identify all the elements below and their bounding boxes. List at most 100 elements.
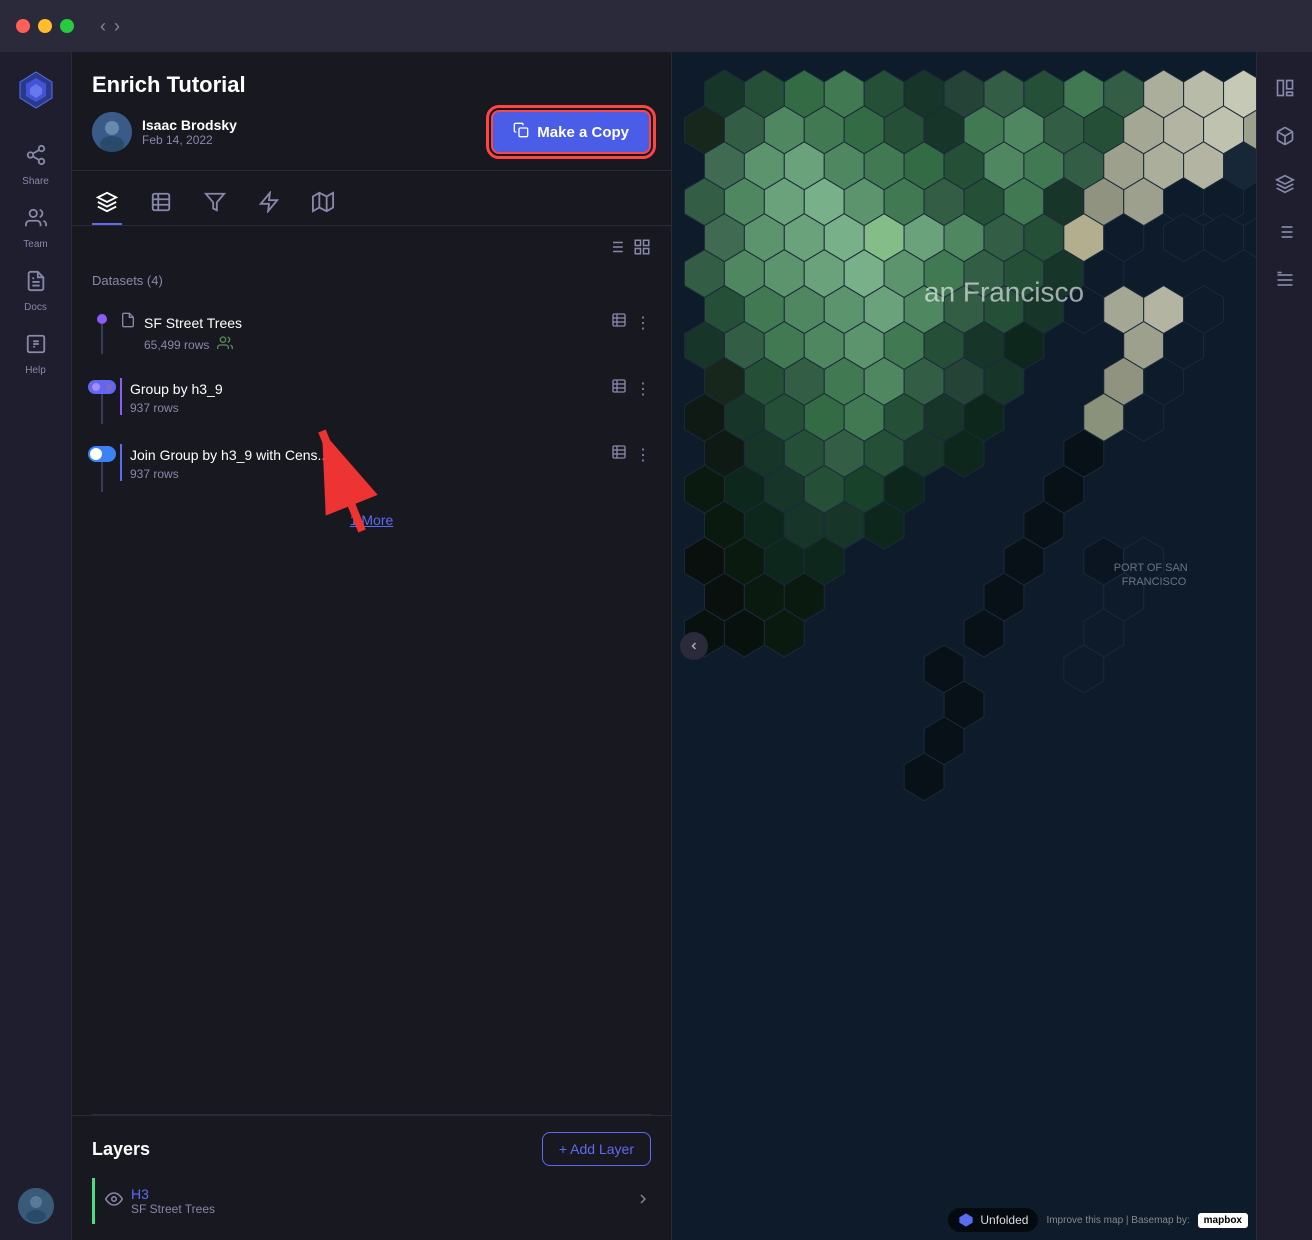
share-icon bbox=[25, 144, 47, 172]
unfolded-label: Unfolded bbox=[980, 1213, 1028, 1227]
user-name: Isaac Brodsky bbox=[142, 117, 237, 133]
connector-line-2 bbox=[101, 394, 103, 424]
dataset-table-icon-1[interactable] bbox=[611, 312, 627, 333]
connector-dot-2 bbox=[88, 380, 116, 394]
unfolded-logo: Unfolded bbox=[948, 1208, 1038, 1232]
layers-section: Layers + Add Layer H3 SF Street Trees bbox=[72, 1115, 671, 1240]
group-border: Group by h3_9 bbox=[120, 378, 651, 415]
tab-table[interactable] bbox=[146, 183, 176, 225]
dataset-more-icon-2[interactable]: ⋮ bbox=[635, 379, 651, 399]
connector-toggle-3 bbox=[88, 446, 116, 462]
collapse-panel-button[interactable] bbox=[680, 632, 708, 660]
connector-3 bbox=[92, 440, 112, 492]
dataset-table-icon-2[interactable] bbox=[611, 378, 627, 399]
nav-forward-button[interactable]: › bbox=[114, 16, 120, 37]
close-button[interactable] bbox=[16, 19, 30, 33]
sidebar-item-help[interactable]: Help bbox=[6, 325, 66, 384]
toggle-knob-3 bbox=[90, 448, 102, 460]
layer-sub: SF Street Trees bbox=[131, 1202, 215, 1216]
layers-title: Layers bbox=[92, 1139, 150, 1160]
dot-inner-left bbox=[92, 383, 100, 391]
map-area[interactable]: an Francisco PORT OF SAN FRANCISCO Unfol… bbox=[672, 52, 1256, 1240]
right-tool-effects[interactable] bbox=[1265, 164, 1305, 204]
tab-map[interactable] bbox=[308, 183, 338, 225]
make-copy-label: Make a Copy bbox=[537, 124, 629, 141]
right-tool-timeline[interactable] bbox=[1265, 260, 1305, 300]
grid-view-icon[interactable] bbox=[633, 238, 651, 261]
join-border: Join Group by h3_9 with Cens... bbox=[120, 444, 651, 481]
layer-name: H3 bbox=[131, 1186, 215, 1202]
minimize-button[interactable] bbox=[38, 19, 52, 33]
app-logo[interactable] bbox=[14, 68, 58, 112]
user-avatar bbox=[92, 112, 132, 152]
dataset-doc-icon-1 bbox=[120, 312, 136, 333]
right-tool-3d[interactable] bbox=[1265, 116, 1305, 156]
right-tool-panels[interactable] bbox=[1265, 68, 1305, 108]
dataset-content-1: SF Street Trees bbox=[120, 308, 651, 358]
svg-text:PORT OF SAN: PORT OF SAN bbox=[1114, 562, 1188, 574]
dataset-more-icon-3[interactable]: ⋮ bbox=[635, 445, 651, 465]
help-icon bbox=[25, 333, 47, 361]
sidebar-item-team[interactable]: Team bbox=[6, 199, 66, 258]
user-details: Isaac Brodsky Feb 14, 2022 bbox=[142, 117, 237, 147]
copy-icon bbox=[513, 122, 529, 142]
map-visualization: an Francisco PORT OF SAN FRANCISCO bbox=[672, 52, 1256, 1240]
traffic-lights bbox=[16, 19, 74, 33]
user-avatar-sidebar[interactable] bbox=[18, 1188, 54, 1224]
add-layer-button[interactable]: + Add Layer bbox=[542, 1132, 651, 1166]
main-layout: Share Team bbox=[0, 52, 1312, 1240]
dataset-list: SF Street Trees bbox=[92, 300, 651, 540]
datasets-header: Datasets (4) bbox=[92, 273, 651, 288]
team-shared-icon-1 bbox=[217, 335, 233, 354]
dot-inner-right bbox=[106, 384, 112, 390]
connector-2 bbox=[92, 374, 112, 424]
dataset-content-2: Group by h3_9 bbox=[120, 374, 651, 419]
more-datasets-link[interactable]: 1 More bbox=[92, 500, 651, 540]
mapbox-badge: mapbox bbox=[1198, 1213, 1248, 1228]
dataset-table-icon-3[interactable] bbox=[611, 444, 627, 465]
user-info: Isaac Brodsky Feb 14, 2022 bbox=[92, 112, 237, 152]
tab-lightning[interactable] bbox=[254, 183, 284, 225]
panel-meta: Isaac Brodsky Feb 14, 2022 Make a Copy bbox=[92, 110, 651, 154]
dataset-rows-3: 937 rows bbox=[130, 467, 179, 481]
dataset-sub-3: 937 rows bbox=[130, 467, 651, 481]
user-date: Feb 14, 2022 bbox=[142, 133, 237, 147]
sidebar-item-share[interactable]: Share bbox=[6, 136, 66, 195]
tab-layers[interactable] bbox=[92, 183, 122, 225]
right-tool-legend[interactable] bbox=[1265, 212, 1305, 252]
dataset-name-1: SF Street Trees bbox=[144, 315, 242, 331]
fullscreen-button[interactable] bbox=[60, 19, 74, 33]
dataset-sub-2: 937 rows bbox=[130, 401, 651, 415]
dataset-left-3: Join Group by h3_9 with Cens... bbox=[130, 447, 329, 463]
panel-title: Enrich Tutorial bbox=[92, 72, 651, 98]
dataset-item-sf-street-trees: SF Street Trees bbox=[92, 300, 651, 366]
map-attribution-text: Improve this map | Basemap by: bbox=[1046, 1215, 1189, 1226]
left-sidebar: Share Team bbox=[0, 52, 72, 1240]
panel-toolbar bbox=[72, 226, 671, 273]
dataset-row-2: Group by h3_9 bbox=[130, 378, 651, 399]
dataset-left-1: SF Street Trees bbox=[120, 312, 242, 333]
nav-back-button[interactable]: ‹ bbox=[100, 16, 106, 37]
panel-header: Enrich Tutorial Isaac Brodsky Feb 14, 20… bbox=[72, 52, 671, 171]
make-copy-button[interactable]: Make a Copy bbox=[491, 110, 651, 154]
layer-eye-icon[interactable] bbox=[105, 1190, 123, 1213]
datasets-section: Datasets (4) bbox=[72, 273, 671, 1114]
map-attribution: Unfolded Improve this map | Basemap by: … bbox=[948, 1208, 1248, 1232]
tabs-container bbox=[72, 171, 671, 226]
docs-label: Docs bbox=[24, 302, 47, 313]
dataset-actions-2: ⋮ bbox=[611, 378, 651, 399]
tab-filter[interactable] bbox=[200, 183, 230, 225]
titlebar: ‹ › bbox=[0, 0, 1312, 52]
list-view-icon[interactable] bbox=[607, 238, 625, 261]
dataset-name-3: Join Group by h3_9 with Cens... bbox=[130, 447, 329, 463]
layer-chevron-icon[interactable] bbox=[635, 1191, 651, 1212]
dataset-more-icon-1[interactable]: ⋮ bbox=[635, 313, 651, 333]
dataset-item-group: Group by h3_9 bbox=[92, 366, 651, 432]
panel-tabs bbox=[72, 171, 671, 226]
dataset-actions-1: ⋮ bbox=[611, 312, 651, 333]
layer-item-h3[interactable]: H3 SF Street Trees bbox=[92, 1178, 651, 1224]
sidebar-item-docs[interactable]: Docs bbox=[6, 262, 66, 321]
dataset-actions-3: ⋮ bbox=[611, 444, 651, 465]
share-label: Share bbox=[22, 176, 49, 187]
dataset-item-join: Join Group by h3_9 with Cens... bbox=[92, 432, 651, 500]
